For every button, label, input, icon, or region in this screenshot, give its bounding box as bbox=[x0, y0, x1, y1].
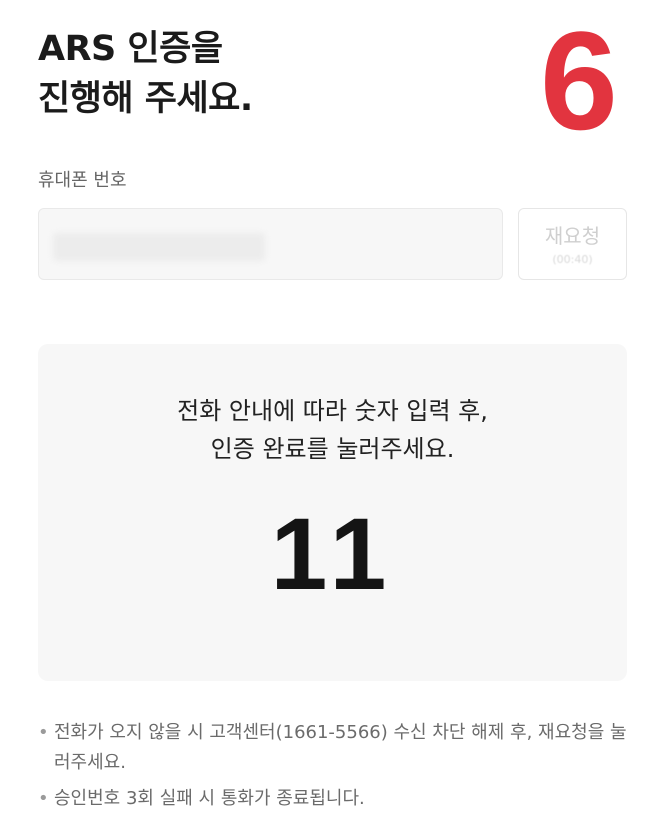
page-title: ARS 인증을 진행해 주세요. bbox=[38, 24, 253, 124]
resend-countdown-timer: (00:40) bbox=[552, 252, 593, 266]
resend-button-label: 재요청 bbox=[544, 223, 601, 248]
bullet-icon: • bbox=[38, 788, 49, 809]
ars-guide-line2: 인증 완료를 눌러주세요. bbox=[210, 435, 455, 463]
ars-guide-text: 전화 안내에 따라 숫자 입력 후, 인증 완료를 눌러주세요. bbox=[38, 392, 627, 468]
notice-item: • 전화가 오지 않을 시 고객센터(1661-5566) 수신 차단 해제 후… bbox=[38, 718, 638, 778]
ars-verification-code: 11 bbox=[270, 497, 395, 611]
step-number-badge: 6 bbox=[540, 2, 618, 159]
phone-number-label: 휴대폰 번호 bbox=[38, 170, 127, 191]
page-title-line1: ARS 인증을 bbox=[38, 29, 223, 69]
resend-button[interactable]: 재요청 (00:40) bbox=[518, 208, 627, 280]
notice-item-text: 전화가 오지 않을 시 고객센터(1661-5566) 수신 차단 해제 후, … bbox=[54, 722, 627, 773]
phone-number-masked-value bbox=[53, 233, 265, 261]
bullet-icon: • bbox=[38, 722, 49, 743]
notice-item: • 승인번호 3회 실패 시 통화가 종료됩니다. bbox=[38, 784, 638, 814]
phone-number-field[interactable] bbox=[38, 208, 503, 280]
notice-list: • 전화가 오지 않을 시 고객센터(1661-5566) 수신 차단 해제 후… bbox=[38, 718, 638, 820]
page-title-line2: 진행해 주세요. bbox=[38, 79, 253, 119]
ars-guide-line1: 전화 안내에 따라 숫자 입력 후, bbox=[177, 397, 488, 425]
ars-code-panel: 전화 안내에 따라 숫자 입력 후, 인증 완료를 눌러주세요. 11 bbox=[38, 344, 627, 681]
ars-verification-page: ARS 인증을 진행해 주세요. 6 휴대폰 번호 재요청 (00:40) 전화… bbox=[0, 0, 665, 839]
notice-item-text: 승인번호 3회 실패 시 통화가 종료됩니다. bbox=[54, 788, 365, 809]
